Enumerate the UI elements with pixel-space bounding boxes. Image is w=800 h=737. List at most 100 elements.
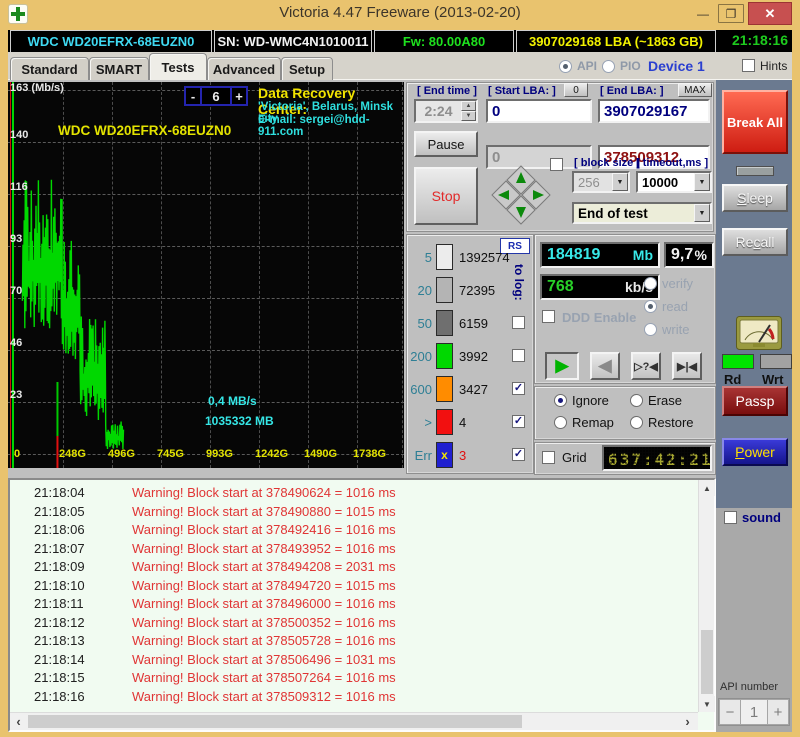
api-number-minus-button[interactable]: −	[719, 699, 741, 725]
ddd-enable-checkbox[interactable]	[542, 310, 555, 323]
title-bar[interactable]: Victoria 4.47 Freeware (2013-02-20) — ❐ …	[0, 0, 800, 28]
power-button[interactable]: Power	[722, 438, 788, 466]
ddd-enable-label: DDD Enable	[562, 310, 636, 325]
banner-email: E-mail: sergei@hdd-911.com	[258, 114, 404, 138]
scroll-right-icon[interactable]: ›	[679, 713, 696, 730]
y-axis-tick: 163 (Mb/s)	[10, 82, 64, 94]
block-size-combo[interactable]: 256 ▼	[572, 171, 630, 193]
log-message: Warning! Block start at 378505728 = 1016…	[132, 633, 396, 648]
timeout-combo[interactable]: 10000 ▼	[636, 171, 712, 193]
log-row[interactable]: 21:18:11Warning! Block start at 37849600…	[34, 596, 396, 614]
vertical-scroll-thumb[interactable]	[701, 630, 713, 694]
close-button[interactable]: ✕	[748, 2, 792, 25]
end-action-combo[interactable]: End of test ▼	[572, 202, 712, 224]
nav-option-checkbox[interactable]	[550, 158, 563, 171]
api-number-spinner[interactable]: − 1 +	[718, 698, 790, 726]
mode-radio-read[interactable]	[644, 300, 657, 313]
sleep-button[interactable]: Sleep	[722, 184, 788, 212]
log-row[interactable]: 21:18:13 Warning! Block start at 37850572…	[34, 633, 396, 651]
hints-checkbox[interactable]	[742, 59, 755, 72]
block-size-dropdown-icon[interactable]: ▼	[612, 173, 628, 191]
end-action-dropdown-icon[interactable]: ▼	[694, 204, 710, 222]
x-axis-tick: 993G	[206, 448, 233, 460]
bad-action-radio-erase[interactable]	[630, 394, 643, 407]
end-action-value: End of test	[578, 206, 648, 221]
scroll-left-icon[interactable]: ‹	[10, 713, 27, 730]
latency-count: 3427	[459, 382, 488, 397]
pause-button[interactable]: Pause	[414, 131, 478, 157]
log-horizontal-scrollbar[interactable]: ‹ ›	[10, 712, 698, 730]
start-lba-input[interactable]: 0	[486, 99, 592, 123]
log-row[interactable]: 21:18:04Warning! Block start at 37849062…	[34, 485, 396, 503]
log-row[interactable]: 21:18:09Warning! Block start at 37849420…	[34, 559, 396, 577]
log-time: 21:18:15	[34, 670, 114, 685]
info-segment-serial: SN: WD-WMC4N1010011	[214, 30, 372, 53]
bad-action-radio-remap[interactable]	[554, 416, 567, 429]
log-vertical-scrollbar[interactable]: ▲ ▼	[698, 480, 714, 712]
end-time-spinner[interactable]: 2:24 ▲▼	[414, 99, 478, 123]
mb-progress-lcd: 184819 Mb	[540, 242, 660, 268]
tab-advanced[interactable]: Advanced	[207, 57, 281, 80]
latency-count: 4	[459, 415, 466, 430]
latency-log-checkbox[interactable]: ✓	[512, 448, 525, 461]
zoom-out-button[interactable]: -	[186, 88, 202, 104]
log-row[interactable]: 21:18:12Warning! Block start at 37850035…	[34, 615, 396, 633]
api-number-label: API number	[720, 681, 778, 693]
latency-log-checkbox[interactable]	[512, 349, 525, 362]
mode-radio-verify[interactable]	[644, 277, 657, 290]
break-all-button[interactable]: Break All	[722, 90, 788, 154]
log-message: Warning! Block start at 378493952 = 1016…	[132, 541, 396, 556]
end-time-up-icon[interactable]: ▲	[461, 101, 476, 111]
log-time: 21:18:13	[34, 633, 114, 648]
zoom-in-button[interactable]: +	[230, 88, 246, 104]
y-axis-tick: 70	[10, 285, 22, 297]
end-lba-input[interactable]: 3907029167	[598, 99, 710, 123]
log-row[interactable]: 21:18:07Warning! Block start at 37849395…	[34, 541, 396, 559]
tab-smart[interactable]: SMART	[89, 57, 149, 80]
end-time-value: 2:24	[416, 101, 461, 121]
bad-action-radio-ignore[interactable]	[554, 394, 567, 407]
back-button[interactable]: ◀	[590, 352, 620, 380]
y-axis-tick: 46	[10, 337, 22, 349]
api-radio[interactable]	[559, 60, 572, 73]
tab-setup[interactable]: Setup	[281, 57, 333, 80]
sound-checkbox[interactable]	[724, 511, 737, 524]
start-lba-zero-button[interactable]: 0	[564, 83, 588, 97]
scan-edge-button[interactable]: ▶|◀	[672, 352, 702, 380]
scan-question-button[interactable]: ▷?◀	[631, 352, 661, 380]
tab-tests[interactable]: Tests	[149, 53, 207, 80]
latency-log-checkbox[interactable]	[512, 316, 525, 329]
log-row[interactable]: 21:18:06Warning! Block start at 37849241…	[34, 522, 396, 540]
scroll-up-icon[interactable]: ▲	[699, 480, 715, 496]
device-selector-label[interactable]: Device 1	[648, 58, 705, 74]
pio-radio[interactable]	[602, 60, 615, 73]
play-button[interactable]: ▶	[545, 352, 579, 380]
mode-radio-write[interactable]	[644, 323, 657, 336]
log-row[interactable]: 21:18:14Warning! Block start at 37850649…	[34, 652, 396, 670]
timeout-label: [ timeout,ms ]	[636, 157, 708, 169]
horizontal-scroll-thumb[interactable]	[28, 715, 522, 728]
log-row[interactable]: 21:18:10Warning! Block start at 37849472…	[34, 578, 396, 596]
stop-button[interactable]: Stop	[414, 167, 478, 225]
hints-label: Hints	[760, 59, 787, 73]
maximize-button[interactable]: ❐	[718, 4, 744, 23]
tab-standard[interactable]: Standard	[10, 57, 89, 80]
latency-log-checkbox[interactable]: ✓	[512, 382, 525, 395]
scroll-down-icon[interactable]: ▼	[699, 696, 715, 712]
api-number-plus-button[interactable]: +	[767, 699, 789, 725]
timeout-dropdown-icon[interactable]: ▼	[694, 173, 710, 191]
end-lba-max-button[interactable]: MAX	[678, 83, 712, 97]
bad-action-radio-restore[interactable]	[630, 416, 643, 429]
log-row[interactable]: 21:18:15Warning! Block start at 37850726…	[34, 670, 396, 688]
log-row[interactable]: 21:18:16Warning! Block start at 37850931…	[34, 689, 396, 707]
passp-button[interactable]: Passp	[722, 386, 788, 416]
graph-zoom-control[interactable]: - 6 +	[184, 86, 248, 106]
recall-button[interactable]: Recall	[722, 228, 788, 256]
minimize-button[interactable]: —	[690, 4, 716, 23]
log-row[interactable]: 21:18:05Warning! Block start at 37849088…	[34, 504, 396, 522]
latency-swatch	[436, 409, 453, 435]
navigation-diamond[interactable]	[490, 164, 552, 231]
end-time-down-icon[interactable]: ▼	[461, 111, 476, 121]
latency-log-checkbox[interactable]: ✓	[512, 415, 525, 428]
grid-checkbox[interactable]	[542, 451, 555, 464]
